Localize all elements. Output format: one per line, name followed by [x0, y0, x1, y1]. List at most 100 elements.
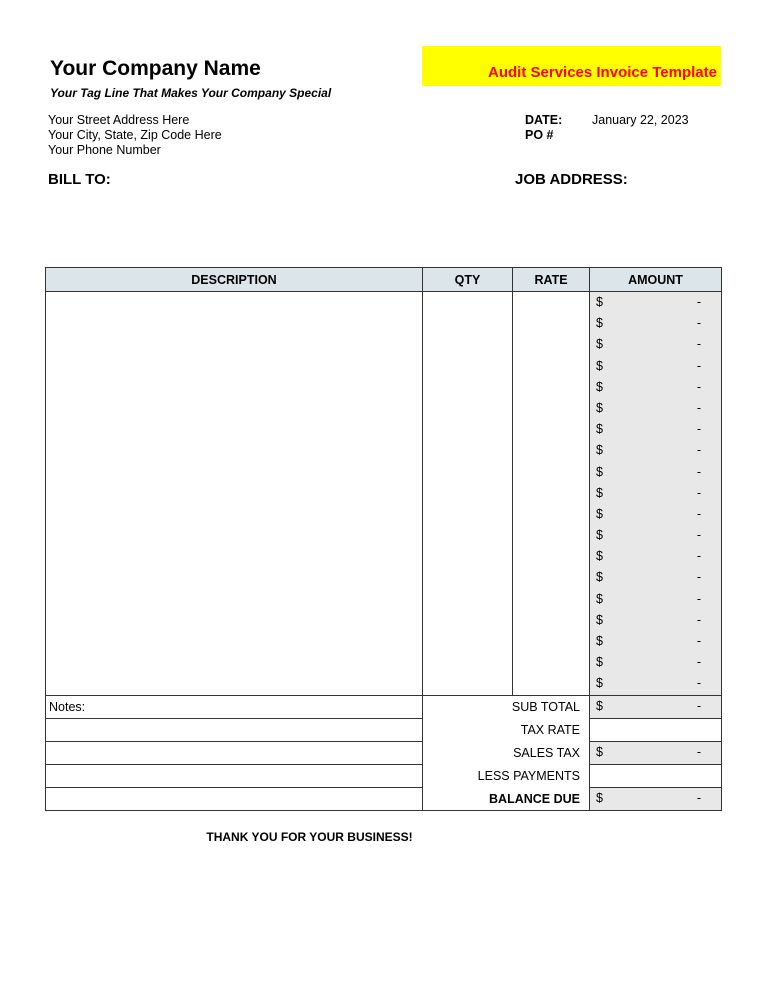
- cell-description[interactable]: [45, 503, 423, 526]
- cell-rate[interactable]: [512, 525, 590, 547]
- summary-value[interactable]: $ -: [589, 787, 722, 811]
- summary-value[interactable]: [589, 718, 722, 742]
- cell-amount[interactable]: $ -: [589, 440, 722, 462]
- cell-rate[interactable]: [512, 376, 590, 398]
- cell-qty[interactable]: [422, 673, 513, 696]
- cell-amount[interactable]: $ -: [589, 397, 722, 420]
- cell-rate[interactable]: [512, 546, 590, 568]
- cell-rate[interactable]: [512, 419, 590, 441]
- cell-rate[interactable]: [512, 397, 590, 420]
- cell-description[interactable]: [45, 291, 423, 314]
- cell-qty[interactable]: [422, 313, 513, 335]
- cell-rate[interactable]: [512, 652, 590, 674]
- cell-description[interactable]: [45, 525, 423, 547]
- cell-amount[interactable]: $ -: [589, 355, 722, 377]
- cell-amount[interactable]: $ -: [589, 503, 722, 526]
- cell-qty[interactable]: [422, 334, 513, 356]
- cell-description[interactable]: [45, 419, 423, 441]
- table-row: $ -: [45, 291, 722, 314]
- table-row: $ -: [45, 461, 722, 483]
- cell-amount[interactable]: $ -: [589, 419, 722, 441]
- cell-description[interactable]: [45, 397, 423, 420]
- summary-value[interactable]: $ -: [589, 741, 722, 765]
- cell-rate[interactable]: [512, 291, 590, 314]
- cell-amount[interactable]: $ -: [589, 461, 722, 483]
- cell-qty[interactable]: [422, 567, 513, 589]
- cell-rate[interactable]: [512, 503, 590, 526]
- amount-value: -: [696, 485, 701, 500]
- cell-amount[interactable]: $ -: [589, 482, 722, 504]
- cell-description[interactable]: [45, 546, 423, 568]
- cell-description[interactable]: [45, 313, 423, 335]
- summary-amount: -: [696, 699, 701, 713]
- amount-value: -: [696, 443, 701, 458]
- cell-rate[interactable]: [512, 334, 590, 356]
- cell-amount[interactable]: $ -: [589, 673, 722, 696]
- cell-description[interactable]: [45, 673, 423, 696]
- notes-label: Notes:: [45, 695, 423, 719]
- cell-qty[interactable]: [422, 355, 513, 377]
- cell-rate[interactable]: [512, 567, 590, 589]
- notes-line[interactable]: [45, 787, 423, 811]
- summary-label: TAX RATE: [422, 718, 590, 742]
- currency-symbol: $: [596, 295, 603, 309]
- cell-qty[interactable]: [422, 440, 513, 462]
- cell-description[interactable]: [45, 355, 423, 377]
- cell-qty[interactable]: [422, 482, 513, 504]
- cell-rate[interactable]: [512, 609, 590, 631]
- cell-amount[interactable]: $ -: [589, 334, 722, 356]
- cell-rate[interactable]: [512, 440, 590, 462]
- cell-description[interactable]: [45, 334, 423, 356]
- cell-qty[interactable]: [422, 376, 513, 398]
- notes-line[interactable]: [45, 718, 423, 742]
- cell-qty[interactable]: [422, 652, 513, 674]
- cell-qty[interactable]: [422, 291, 513, 314]
- cell-description[interactable]: [45, 482, 423, 504]
- notes-line[interactable]: [45, 741, 423, 765]
- currency-symbol: $: [596, 612, 603, 627]
- cell-amount[interactable]: $ -: [589, 525, 722, 547]
- cell-description[interactable]: [45, 588, 423, 610]
- cell-qty[interactable]: [422, 609, 513, 631]
- cell-description[interactable]: [45, 652, 423, 674]
- cell-rate[interactable]: [512, 673, 590, 696]
- cell-qty[interactable]: [422, 525, 513, 547]
- table-row: $ -: [45, 631, 722, 653]
- currency-symbol: $: [596, 337, 603, 352]
- date-value[interactable]: January 22, 2023: [592, 113, 689, 127]
- cell-rate[interactable]: [512, 355, 590, 377]
- cell-qty[interactable]: [422, 503, 513, 526]
- cell-description[interactable]: [45, 461, 423, 483]
- cell-amount[interactable]: $ -: [589, 567, 722, 589]
- cell-rate[interactable]: [512, 461, 590, 483]
- cell-qty[interactable]: [422, 461, 513, 483]
- cell-amount[interactable]: $ -: [589, 313, 722, 335]
- cell-description[interactable]: [45, 609, 423, 631]
- cell-amount[interactable]: $ -: [589, 546, 722, 568]
- cell-amount[interactable]: $ -: [589, 376, 722, 398]
- cell-amount[interactable]: $ -: [589, 652, 722, 674]
- cell-qty[interactable]: [422, 546, 513, 568]
- cell-amount[interactable]: $ -: [589, 291, 722, 314]
- address-city: Your City, State, Zip Code Here: [48, 128, 222, 142]
- cell-amount[interactable]: $ -: [589, 588, 722, 610]
- summary-value[interactable]: [589, 764, 722, 788]
- cell-qty[interactable]: [422, 419, 513, 441]
- cell-qty[interactable]: [422, 588, 513, 610]
- cell-description[interactable]: [45, 631, 423, 653]
- cell-amount[interactable]: $ -: [589, 631, 722, 653]
- cell-description[interactable]: [45, 440, 423, 462]
- table-row: $ -: [45, 313, 722, 335]
- cell-rate[interactable]: [512, 588, 590, 610]
- cell-rate[interactable]: [512, 482, 590, 504]
- cell-rate[interactable]: [512, 631, 590, 653]
- cell-qty[interactable]: [422, 631, 513, 653]
- cell-amount[interactable]: $ -: [589, 609, 722, 631]
- cell-qty[interactable]: [422, 397, 513, 420]
- notes-line[interactable]: [45, 764, 423, 788]
- currency-symbol: $: [596, 358, 603, 373]
- cell-description[interactable]: [45, 567, 423, 589]
- cell-rate[interactable]: [512, 313, 590, 335]
- cell-description[interactable]: [45, 376, 423, 398]
- summary-value[interactable]: $ -: [589, 695, 722, 719]
